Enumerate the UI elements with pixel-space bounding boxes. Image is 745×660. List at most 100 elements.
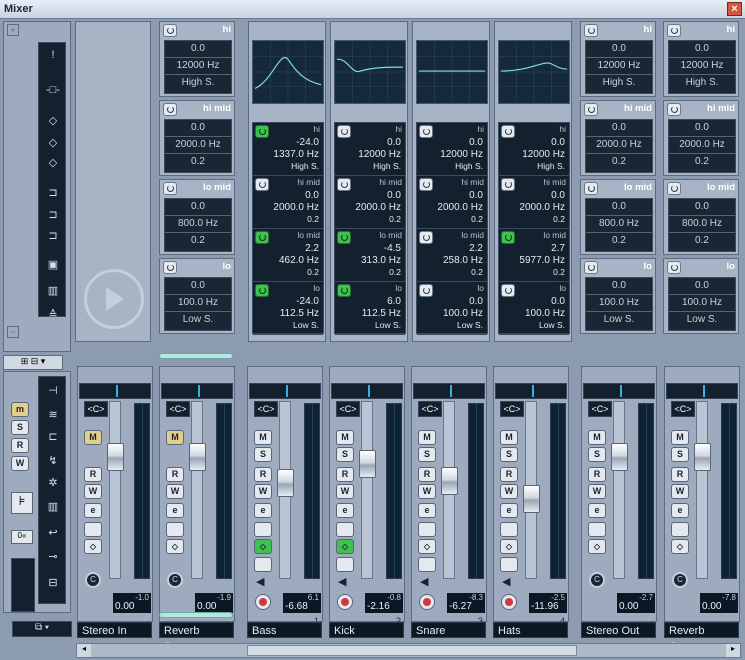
fader-value[interactable]: -11.96 (531, 601, 559, 612)
fader-value[interactable]: 0.00 (619, 601, 638, 612)
pan-center-label[interactable]: <C> (588, 401, 612, 417)
write-button[interactable]: W (166, 484, 184, 499)
channel-name[interactable]: Kick (329, 622, 404, 638)
insert-bypass-icon[interactable] (500, 522, 518, 537)
fader-value[interactable]: 0.00 (197, 601, 216, 612)
solo-button[interactable]: S (336, 447, 354, 462)
eq-bypass-icon[interactable]: ◇ (84, 539, 102, 554)
monitor-knob[interactable]: C (589, 572, 605, 588)
horizontal-scrollbar[interactable]: ◂ ▸ (76, 643, 741, 658)
write-button[interactable]: W (254, 484, 272, 499)
sends-bypass-icon[interactable] (336, 557, 354, 572)
insert-bypass-icon[interactable] (671, 522, 689, 537)
fader-value[interactable]: 0.00 (702, 601, 721, 612)
channel-name[interactable]: Stereo In (77, 622, 152, 638)
pan-center-label[interactable]: <C> (254, 401, 278, 417)
fader-value[interactable]: -6.68 (285, 601, 308, 612)
sends-bypass-icon[interactable] (500, 557, 518, 572)
insert-bypass-icon[interactable] (418, 522, 436, 537)
edit-button[interactable]: e (166, 503, 184, 518)
speaker-icon[interactable]: ◀ (420, 575, 428, 588)
write-button[interactable]: W (84, 484, 102, 499)
channel-name[interactable]: Hats (493, 622, 568, 638)
pan-center-label[interactable]: <C> (671, 401, 695, 417)
read-button[interactable]: R (254, 467, 272, 482)
read-button[interactable]: R (166, 467, 184, 482)
insert-bypass-icon[interactable] (254, 522, 272, 537)
solo-button[interactable]: S (254, 447, 272, 462)
eq-bypass-icon[interactable]: ◇ (254, 539, 272, 554)
volume-fader[interactable] (359, 450, 376, 478)
mute-button[interactable]: M (418, 430, 436, 445)
write-button[interactable]: W (671, 484, 689, 499)
volume-fader[interactable] (277, 469, 294, 497)
mute-button[interactable]: M (84, 430, 102, 445)
insert-bypass-icon[interactable] (166, 522, 184, 537)
scroll-left-arrow[interactable]: ◂ (77, 644, 91, 657)
volume-fader[interactable] (189, 443, 206, 471)
close-button[interactable]: × (727, 2, 742, 16)
read-button[interactable]: R (84, 467, 102, 482)
read-button[interactable]: R (500, 467, 518, 482)
solo-button[interactable]: S (500, 447, 518, 462)
edit-button[interactable]: e (254, 503, 272, 518)
pan-center-label[interactable]: <C> (336, 401, 360, 417)
edit-button[interactable]: e (418, 503, 436, 518)
speaker-icon[interactable]: ◀ (502, 575, 510, 588)
read-button[interactable]: R (671, 467, 689, 482)
volume-fader[interactable] (107, 443, 124, 471)
scroll-thumb[interactable] (247, 645, 577, 656)
write-button[interactable]: W (418, 484, 436, 499)
eq-bypass-icon[interactable]: ◇ (671, 539, 689, 554)
pan-control[interactable] (79, 383, 151, 399)
channel-name[interactable]: Bass (247, 622, 322, 638)
edit-button[interactable]: e (500, 503, 518, 518)
sends-bypass-icon[interactable] (418, 557, 436, 572)
pan-center-label[interactable]: <C> (418, 401, 442, 417)
mute-button[interactable]: M (166, 430, 184, 445)
read-button[interactable]: R (588, 467, 606, 482)
insert-bypass-icon[interactable] (336, 522, 354, 537)
monitor-knob[interactable]: C (85, 572, 101, 588)
eq-bypass-icon[interactable]: ◇ (166, 539, 184, 554)
pan-control[interactable] (666, 383, 738, 399)
pan-center-label[interactable]: <C> (84, 401, 108, 417)
solo-button[interactable]: S (418, 447, 436, 462)
eq-bypass-icon[interactable]: ◇ (500, 539, 518, 554)
volume-fader[interactable] (523, 485, 540, 513)
edit-button[interactable]: e (671, 503, 689, 518)
write-button[interactable]: W (500, 484, 518, 499)
pan-control[interactable] (249, 383, 321, 399)
speaker-icon[interactable]: ◀ (338, 575, 346, 588)
speaker-icon[interactable]: ◀ (256, 575, 264, 588)
pan-control[interactable] (583, 383, 655, 399)
fader-value[interactable]: 0.00 (115, 601, 134, 612)
eq-bypass-icon[interactable]: ◇ (336, 539, 354, 554)
read-button[interactable]: R (418, 467, 436, 482)
volume-fader[interactable] (441, 467, 458, 495)
insert-bypass-icon[interactable] (588, 522, 606, 537)
volume-fader[interactable] (611, 443, 628, 471)
eq-bypass-icon[interactable]: ◇ (418, 539, 436, 554)
read-button[interactable]: R (336, 467, 354, 482)
pan-control[interactable] (331, 383, 403, 399)
sends-bypass-icon[interactable] (254, 557, 272, 572)
pan-control[interactable] (495, 383, 567, 399)
mute-button[interactable]: M (588, 430, 606, 445)
solo-button[interactable]: S (588, 447, 606, 462)
write-button[interactable]: W (336, 484, 354, 499)
monitor-knob[interactable]: C (167, 572, 183, 588)
scroll-right-arrow[interactable]: ▸ (726, 644, 740, 657)
mute-button[interactable]: M (671, 430, 689, 445)
channel-name[interactable]: Reverb Scope (664, 622, 739, 653)
mute-button[interactable]: M (500, 430, 518, 445)
mute-button[interactable]: M (336, 430, 354, 445)
monitor-knob[interactable]: C (672, 572, 688, 588)
write-button[interactable]: W (588, 484, 606, 499)
edit-button[interactable]: e (588, 503, 606, 518)
pan-control[interactable] (413, 383, 485, 399)
channel-name[interactable]: Stereo Out (581, 622, 656, 638)
pan-control[interactable] (161, 383, 233, 399)
pan-center-label[interactable]: <C> (500, 401, 524, 417)
volume-fader[interactable] (694, 443, 711, 471)
